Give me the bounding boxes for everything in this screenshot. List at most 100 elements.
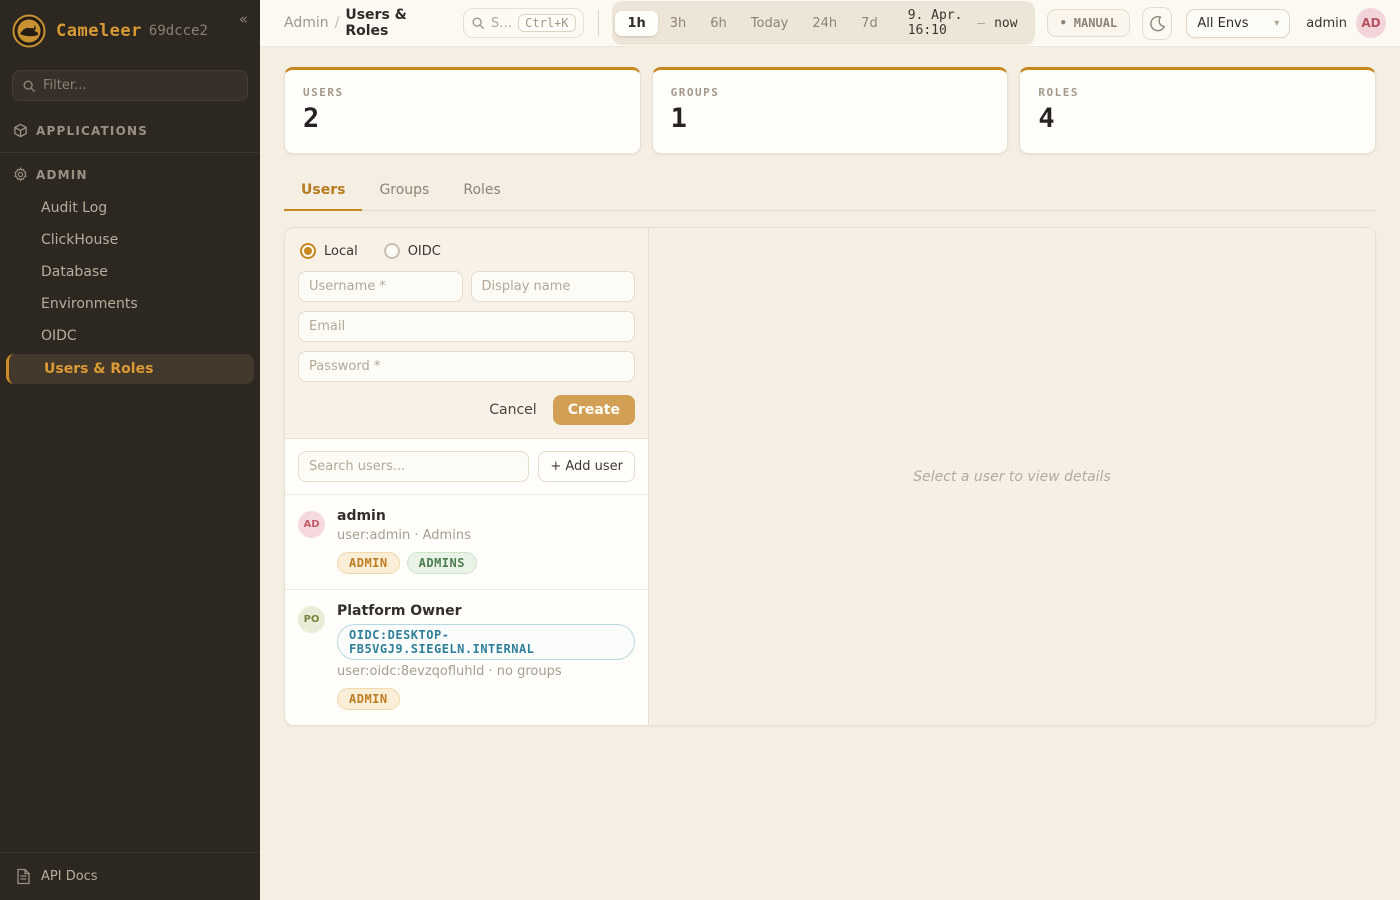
search-users-input[interactable] — [298, 451, 529, 482]
time-range-7d[interactable]: 7d — [849, 11, 890, 36]
stat-label: GROUPS — [671, 86, 990, 99]
form-actions: Cancel Create — [298, 395, 635, 425]
environment-selected: All Envs — [1197, 16, 1248, 31]
gear-icon — [13, 167, 28, 182]
stat-label: ROLES — [1038, 86, 1357, 99]
cube-icon — [13, 123, 28, 138]
user-badges: ADMIN — [337, 688, 635, 710]
app-logo-icon — [12, 14, 46, 48]
page-content: USERS 2 GROUPS 1 ROLES 4 Users Groups Ro… — [260, 47, 1400, 900]
sidebar-item-oidc[interactable]: OIDC — [0, 322, 260, 350]
tab-roles[interactable]: Roles — [446, 173, 517, 210]
stat-value: 2 — [303, 103, 622, 134]
breadcrumb-separator: / — [335, 15, 340, 31]
avatar: AD — [298, 511, 325, 538]
sidebar-item-environments[interactable]: Environments — [0, 290, 260, 318]
user-row-platform-owner[interactable]: PO Platform Owner OIDC:DESKTOP-FB5VGJ9.S… — [285, 590, 648, 725]
breadcrumb-parent[interactable]: Admin — [284, 15, 329, 31]
auth-option-label: OIDC — [408, 244, 441, 259]
collapse-sidebar-icon[interactable]: « — [239, 10, 248, 28]
main-area: Admin / Users & Roles S… Ctrl+K 1h 3h 6h… — [260, 0, 1400, 900]
user-list-tools: + Add user — [285, 439, 648, 495]
user-name: Platform Owner — [337, 603, 635, 619]
time-range-6h[interactable]: 6h — [698, 11, 739, 36]
time-range-3h[interactable]: 3h — [658, 11, 699, 36]
users-list-pane: Local OIDC — [285, 228, 649, 725]
add-user-button[interactable]: + Add user — [538, 451, 635, 482]
password-field[interactable] — [298, 351, 635, 382]
sidebar-filter-wrap — [0, 62, 260, 113]
api-docs-link[interactable]: API Docs — [0, 852, 260, 900]
time-range-24h[interactable]: 24h — [800, 11, 849, 36]
current-user-name: admin — [1306, 16, 1347, 31]
tab-users[interactable]: Users — [284, 173, 362, 211]
sidebar-filter[interactable] — [12, 70, 248, 101]
group-badge-admins: ADMINS — [407, 552, 477, 574]
time-range-today[interactable]: Today — [739, 11, 801, 36]
user-row-admin[interactable]: AD admin user:admin · Admins ADMIN ADMIN… — [285, 495, 648, 590]
auth-type-radios: Local OIDC — [298, 241, 635, 271]
username-field[interactable] — [298, 271, 463, 302]
stat-card-groups: GROUPS 1 — [652, 67, 1009, 154]
time-range-separator: — — [977, 16, 985, 31]
users-panel: Local OIDC — [284, 227, 1376, 726]
email-field[interactable] — [298, 311, 635, 342]
section-label: ADMIN — [36, 168, 88, 182]
sidebar-divider — [0, 152, 260, 153]
sidebar-section-applications[interactable]: APPLICATIONS — [0, 113, 260, 148]
search-icon — [22, 79, 36, 93]
auth-option-oidc[interactable]: OIDC — [384, 243, 441, 259]
shortcut-badge: Ctrl+K — [518, 14, 575, 32]
theme-toggle-button[interactable] — [1142, 7, 1172, 40]
api-docs-label: API Docs — [41, 869, 98, 884]
stat-cards: USERS 2 GROUPS 1 ROLES 4 — [284, 67, 1376, 154]
sidebar-item-users-roles[interactable]: Users & Roles — [6, 354, 254, 384]
radio-checked-icon — [300, 243, 316, 259]
role-badge-admin: ADMIN — [337, 552, 400, 574]
sidebar-item-clickhouse[interactable]: ClickHouse — [0, 226, 260, 254]
sidebar-item-database[interactable]: Database — [0, 258, 260, 286]
sidebar-spacer — [0, 386, 260, 852]
time-from: 9. Apr. 16:10 — [908, 8, 969, 38]
sidebar-item-audit-log[interactable]: Audit Log — [0, 194, 260, 222]
tab-groups[interactable]: Groups — [362, 173, 446, 210]
section-label: APPLICATIONS — [36, 124, 148, 138]
search-icon — [471, 16, 485, 30]
time-range-1h[interactable]: 1h — [615, 11, 657, 36]
user-menu: admin AD — [1306, 8, 1386, 38]
topbar: Admin / Users & Roles S… Ctrl+K 1h 3h 6h… — [260, 0, 1400, 47]
sidebar-header: Cameleer 69dcce2 « — [0, 0, 260, 62]
moon-icon — [1149, 15, 1166, 32]
refresh-bullet-icon: • — [1060, 16, 1067, 30]
oidc-provider-badge: OIDC:DESKTOP-FB5VGJ9.SIEGELN.INTERNAL — [337, 624, 635, 660]
environment-selector[interactable]: All Envs ▾ — [1186, 9, 1290, 38]
topbar-divider — [598, 10, 599, 36]
time-range-selector: 1h 3h 6h Today 24h 7d 9. Apr. 16:10 — no… — [612, 1, 1034, 45]
display-name-field[interactable] — [471, 271, 636, 302]
tab-bar: Users Groups Roles — [284, 173, 1376, 211]
create-button[interactable]: Create — [553, 395, 635, 425]
sidebar-filter-input[interactable] — [43, 78, 238, 93]
role-badge-admin: ADMIN — [337, 688, 400, 710]
global-search[interactable]: S… Ctrl+K — [463, 8, 584, 38]
stat-value: 4 — [1038, 103, 1357, 134]
auth-option-label: Local — [324, 244, 358, 259]
user-subtitle: user:oidc:8evzqofluhld · no groups — [337, 664, 635, 679]
time-to: now — [994, 16, 1017, 31]
refresh-mode-button[interactable]: • MANUAL — [1047, 9, 1131, 37]
stat-label: USERS — [303, 86, 622, 99]
user-row-body: Platform Owner OIDC:DESKTOP-FB5VGJ9.SIEG… — [337, 603, 635, 710]
stat-card-roles: ROLES 4 — [1019, 67, 1376, 154]
cancel-button[interactable]: Cancel — [489, 402, 536, 418]
breadcrumb-current: Users & Roles — [345, 7, 445, 39]
avatar[interactable]: AD — [1356, 8, 1386, 38]
create-user-form: Local OIDC — [285, 228, 648, 439]
user-name: admin — [337, 508, 477, 524]
form-row — [298, 271, 635, 302]
user-badges: ADMIN ADMINS — [337, 552, 477, 574]
stat-value: 1 — [671, 103, 990, 134]
auth-option-local[interactable]: Local — [300, 243, 358, 259]
refresh-mode-label: MANUAL — [1074, 16, 1117, 30]
custom-time-range[interactable]: 9. Apr. 16:10 — now — [890, 4, 1032, 42]
sidebar-section-admin[interactable]: ADMIN — [0, 157, 260, 192]
